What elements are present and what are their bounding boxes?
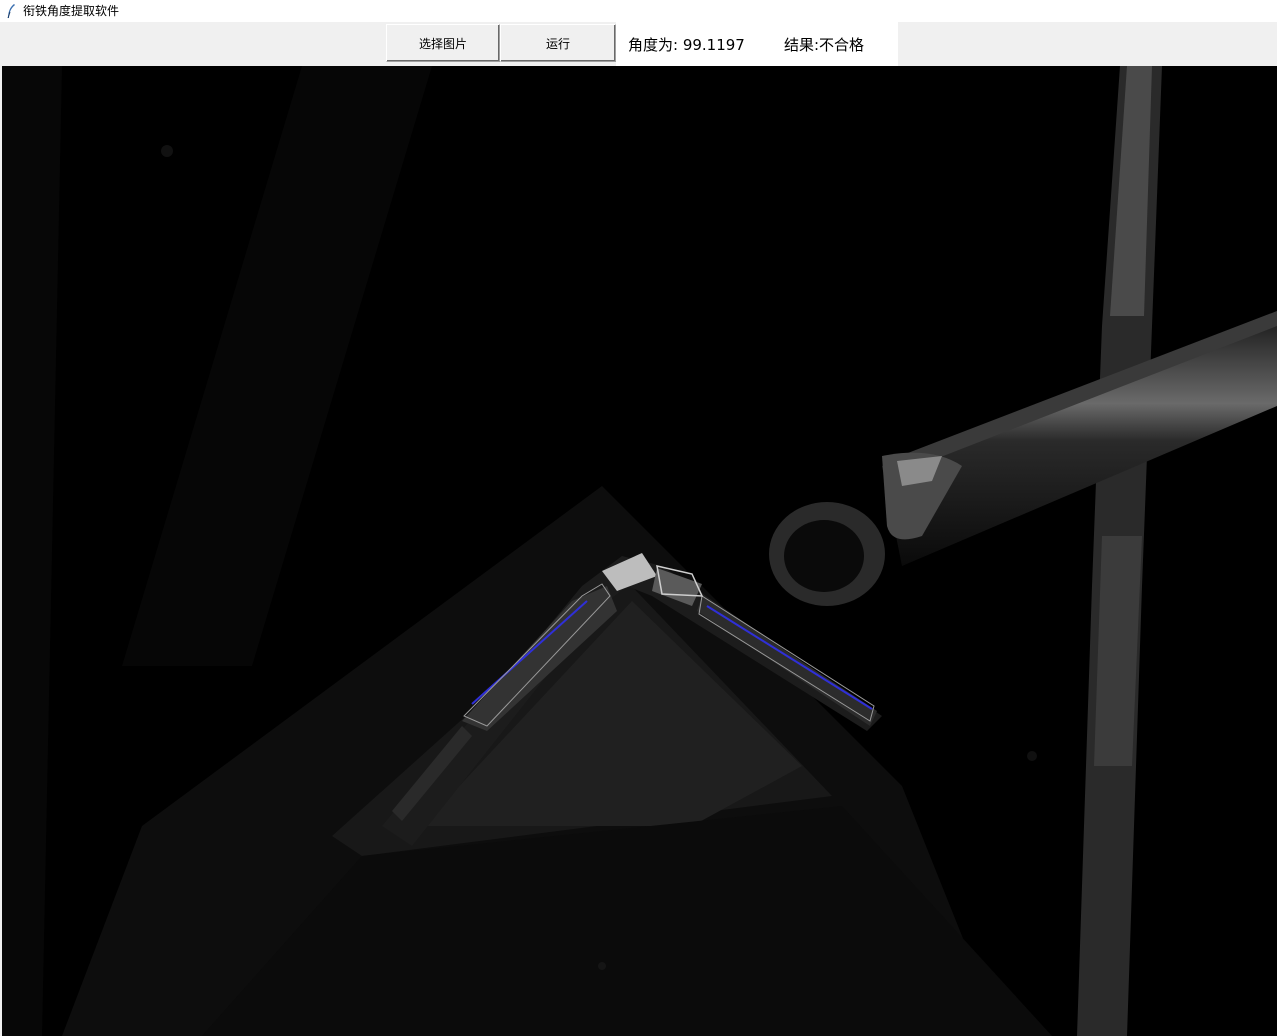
toolbar: 选择图片 运行 角度为: 99.1197 结果:不合格 [0,22,1277,66]
result-label: 结果:不合格 [784,36,865,54]
app-window: 衔铁角度提取软件 选择图片 运行 角度为: 99.1197 结果:不合格 [0,0,1277,1036]
status-area: 角度为: 99.1197 结果:不合格 [616,22,898,66]
title-bar: 衔铁角度提取软件 [0,0,1277,22]
angle-label: 角度为: 99.1197 [628,36,745,54]
processed-image [2,66,1277,1036]
select-image-button[interactable]: 选择图片 [386,24,500,62]
window-title: 衔铁角度提取软件 [23,4,120,18]
run-button[interactable]: 运行 [500,24,616,62]
feather-icon [3,3,19,19]
image-display [2,66,1277,1036]
